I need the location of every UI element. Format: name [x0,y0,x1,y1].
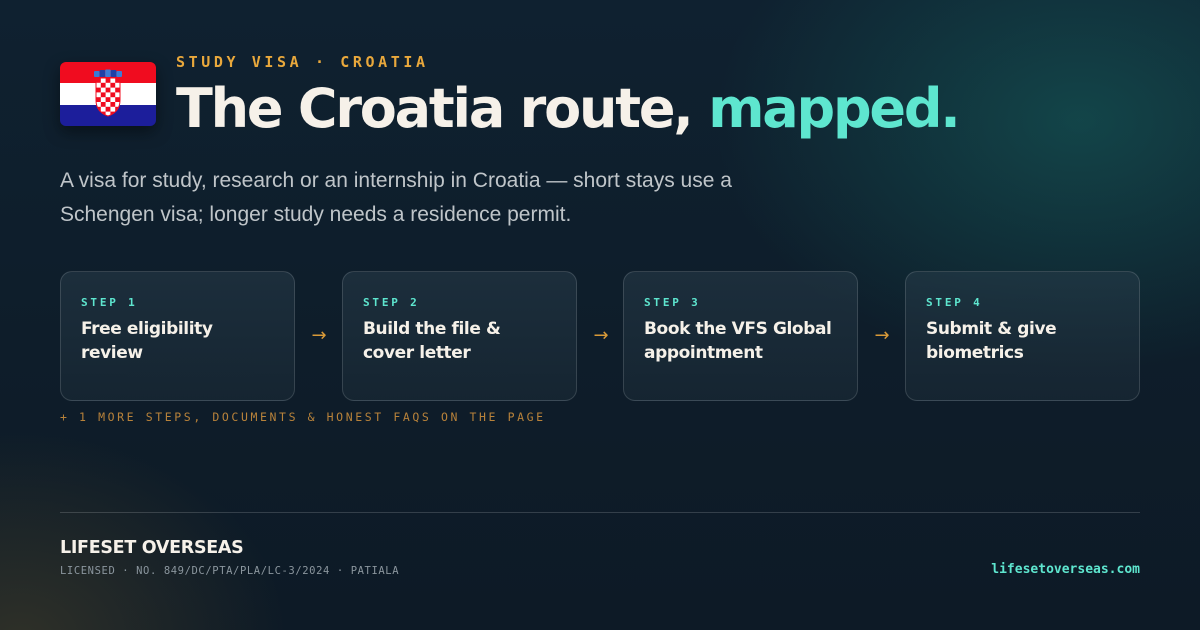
step-number: STEP 3 [644,296,701,309]
arrow-right-icon: → [874,325,890,346]
step-card-3: STEP 3 Book the VFS Global appointment [623,271,858,401]
more-steps-note: + 1 MORE STEPS, DOCUMENTS & HONEST FAQS … [60,410,546,424]
step-title: Book the VFS Global appointment [644,319,832,363]
step-title: Build the file & cover letter [363,319,501,363]
eyebrow-label: STUDY VISA · CROATIA [176,53,429,71]
footer-divider [60,512,1140,513]
license-text: LICENSED · NO. 849/DC/PTA/PLA/LC-3/2024 … [60,565,400,577]
step-card-2: STEP 2 Build the file & cover letter [342,271,577,401]
arrow-right-icon: → [593,325,609,346]
website-link[interactable]: lifesetoverseas.com [991,562,1140,577]
step-title: Submit & give biometrics [926,319,1057,363]
croatia-flag-icon [60,62,156,126]
step-number: STEP 4 [926,296,983,309]
page-title-main: The Croatia route, [176,77,709,140]
coat-of-arms-icon [94,69,122,117]
step-title: Free eligibility review [81,319,213,363]
arrow-right-icon: → [311,325,327,346]
step-number: STEP 2 [363,296,420,309]
step-card-1: STEP 1 Free eligibility review [60,271,295,401]
page-title: The Croatia route, mapped. [176,76,961,142]
step-card-4: STEP 4 Submit & give biometrics [905,271,1140,401]
brand-name: LIFESET OVERSEAS [60,538,244,558]
step-number: STEP 1 [81,296,138,309]
steps-row: STEP 1 Free eligibility review → STEP 2 … [60,271,1140,401]
page-title-accent: mapped. [708,77,961,140]
intro-text: A visa for study, research or an interns… [60,169,732,226]
